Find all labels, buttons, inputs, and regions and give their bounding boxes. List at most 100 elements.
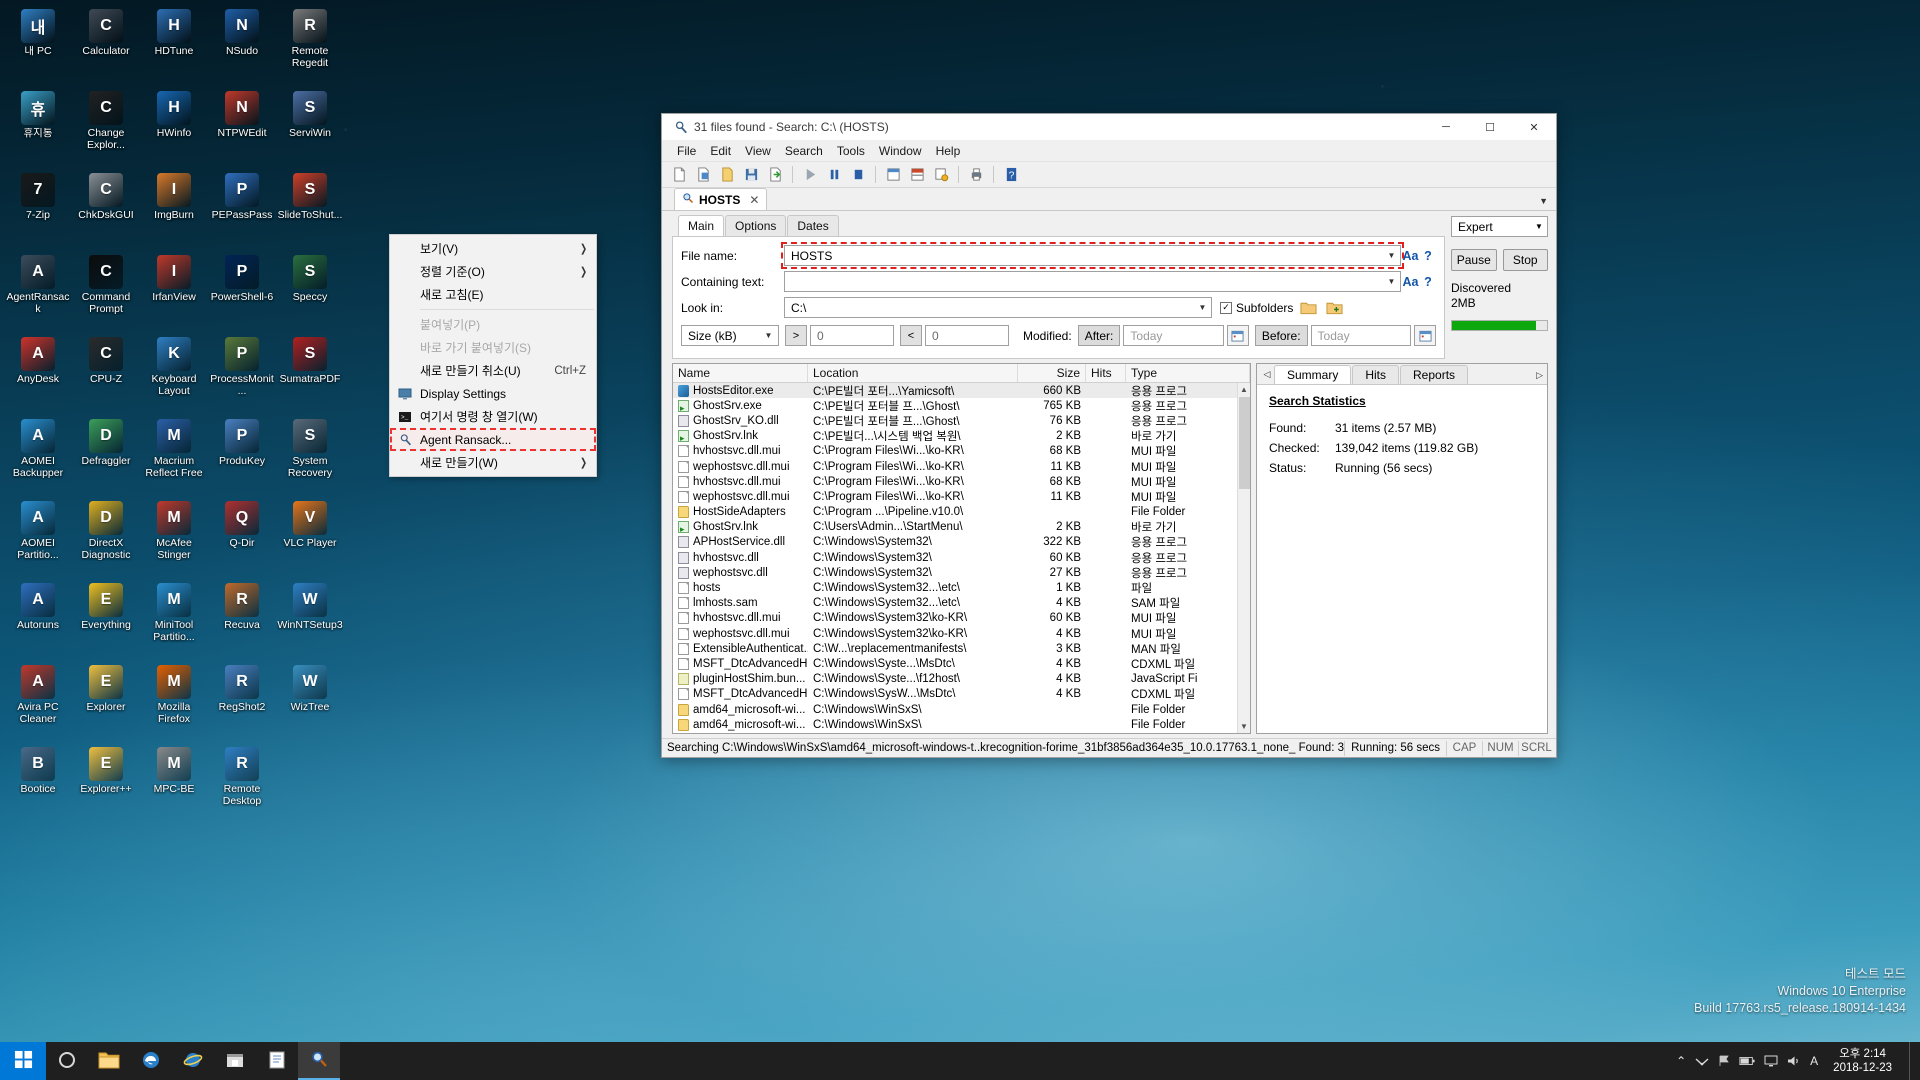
network-icon[interactable] <box>1695 1055 1709 1067</box>
scrollbar-thumb[interactable] <box>1238 397 1250 489</box>
desktop-icon-bootice[interactable]: B Bootice <box>4 742 72 824</box>
desktop-icon-recycle-bin[interactable]: 휴 휴지통 <box>4 86 72 168</box>
context-menu-item[interactable]: Display Settings <box>390 382 596 405</box>
table-row[interactable]: wephostsvc.dll C:\Windows\System32\ 27 KB 응… <box>673 565 1250 580</box>
menu-tools[interactable]: Tools <box>830 142 872 160</box>
desktop-icon-calculator[interactable]: C Calculator <box>72 4 140 86</box>
desktop-icon-process-monitor[interactable]: P ProcessMonit... <box>208 332 276 414</box>
desktop-icon-slidetoshutdown[interactable]: S SlideToShut... <box>276 168 344 250</box>
show-desktop-button[interactable] <box>1909 1042 1916 1080</box>
start-search-icon[interactable] <box>799 164 821 185</box>
start-button[interactable] <box>0 1042 46 1080</box>
taskbar-app-file-explorer[interactable] <box>88 1042 130 1080</box>
containing-text-input[interactable]: ▼ <box>784 271 1401 292</box>
before-toggle-button[interactable]: Before: <box>1254 325 1308 346</box>
table-row[interactable]: hvhostsvc.dll.mui C:\Program Files\Wi...\… <box>673 474 1250 489</box>
open-search-icon[interactable] <box>692 164 714 185</box>
add-folder-icon[interactable] <box>1324 298 1345 318</box>
tab-summary[interactable]: Summary <box>1274 365 1352 384</box>
desktop-icon-mpc-be[interactable]: M MPC-BE <box>140 742 208 824</box>
desktop-icon-defraggler[interactable]: D Defraggler <box>72 414 140 496</box>
desktop-icon-aomei-backupper[interactable]: A AOMEI Backupper <box>4 414 72 496</box>
context-menu-item[interactable]: 새로 만들기(W) ❯ <box>390 451 596 474</box>
desktop-icon-aomei-partition[interactable]: A AOMEI Partitio... <box>4 496 72 578</box>
size-greater-button[interactable]: > <box>785 325 807 346</box>
taskbar-app-notepad[interactable] <box>256 1042 298 1080</box>
desktop-icon-keyboard-layout[interactable]: K Keyboard Layout <box>140 332 208 414</box>
table-row[interactable]: HostSideAdapters C:\Program ...\Pipeline.… <box>673 505 1250 520</box>
ime-icon[interactable]: A <box>1810 1054 1818 1068</box>
desktop-icon-hwinfo[interactable]: H HWinfo <box>140 86 208 168</box>
minimize-button[interactable]: ─ <box>1424 114 1468 141</box>
table-row[interactable]: hvhostsvc.dll.mui C:\Program Files\Wi...\… <box>673 444 1250 459</box>
document-tab-hosts[interactable]: HOSTS ✕ <box>674 188 768 210</box>
table-row[interactable]: ExtensibleAuthenticat... C:\W...\replacem… <box>673 641 1250 656</box>
table-row[interactable]: lmhosts.sam C:\Windows\System32...\etc\ 4 … <box>673 596 1250 611</box>
results-rows[interactable]: HostsEditor.exe C:\PE빌더 포터...\Yamicsoft\ 6… <box>673 383 1250 732</box>
browse-folder-icon[interactable] <box>1298 298 1319 318</box>
desktop-icon-wiztree[interactable]: W WizTree <box>276 660 344 742</box>
desktop-icon-sumatrapdf[interactable]: S SumatraPDF <box>276 332 344 414</box>
close-icon[interactable]: ✕ <box>749 193 759 207</box>
menu-window[interactable]: Window <box>872 142 929 160</box>
scroll-up-icon[interactable]: ▲ <box>1240 383 1248 396</box>
table-row[interactable]: amd64_microsoft-wi... C:\Windows\WinSxS\ F… <box>673 702 1250 717</box>
tab-hits[interactable]: Hits <box>1352 365 1400 384</box>
tab-dates[interactable]: Dates <box>787 215 839 236</box>
options-icon[interactable] <box>930 164 952 185</box>
desktop-icon-ntpwedit[interactable]: N NTPWEdit <box>208 86 276 168</box>
desktop-icon-anydesk[interactable]: A AnyDesk <box>4 332 72 414</box>
close-button[interactable]: ✕ <box>1512 114 1556 141</box>
desktop-icon-imgburn[interactable]: I ImgBurn <box>140 168 208 250</box>
question-mark-icon[interactable]: ? <box>1420 275 1436 289</box>
desktop-icon-remote-desktop[interactable]: R Remote Desktop <box>208 742 276 824</box>
volume-icon[interactable] <box>1787 1055 1801 1067</box>
print-icon[interactable] <box>965 164 987 185</box>
table-row[interactable]: hvhostsvc.dll.mui C:\Windows\System32\ko-… <box>673 611 1250 626</box>
desktop-icon-command-prompt[interactable]: C Command Prompt <box>72 250 140 332</box>
stop-button[interactable]: Stop <box>1502 249 1548 271</box>
help-icon[interactable]: ? <box>1000 164 1022 185</box>
taskbar-app-internet-explorer[interactable] <box>172 1042 214 1080</box>
desktop-icon-change-explorer[interactable]: C Change Explor... <box>72 86 140 168</box>
desktop-icon-hdtune[interactable]: H HDTune <box>140 4 208 86</box>
flag-icon[interactable] <box>1718 1055 1730 1067</box>
after-date-input[interactable]: Today <box>1123 325 1224 346</box>
stop-search-icon[interactable] <box>847 164 869 185</box>
criteria-tabs[interactable]: Main Options Dates <box>678 215 1445 236</box>
results-header[interactable]: Name Location Size Hits Type <box>673 364 1250 383</box>
match-case-icon[interactable]: Aa <box>1401 249 1420 263</box>
tab-main[interactable]: Main <box>678 215 725 236</box>
menu-help[interactable]: Help <box>929 142 968 160</box>
tab-scroll-right-icon[interactable]: ▷ <box>1536 370 1543 381</box>
desktop-icon-directx-diagnostic[interactable]: D DirectX Diagnostic <box>72 496 140 578</box>
pause-search-icon[interactable] <box>823 164 845 185</box>
taskbar-clock[interactable]: 오후 2:14 2018-12-23 <box>1827 1047 1900 1075</box>
maximize-button[interactable]: ☐ <box>1468 114 1512 141</box>
results-scrollbar[interactable]: ▲ ▼ <box>1237 383 1250 733</box>
desktop-icon-sevenzip[interactable]: 7 7-Zip <box>4 168 72 250</box>
desktop-icon-system-recovery[interactable]: S System Recovery <box>276 414 344 496</box>
desktop-icon-firefox[interactable]: M Mozilla Firefox <box>140 660 208 742</box>
subfolders-checkbox[interactable]: ✓ Subfolders <box>1220 301 1293 315</box>
desktop-icon-qdir[interactable]: Q Q-Dir <box>208 496 276 578</box>
desktop-icon-speccy[interactable]: S Speccy <box>276 250 344 332</box>
calendar-icon[interactable] <box>1226 325 1249 346</box>
export-icon[interactable] <box>764 164 786 185</box>
desktop-icon-regshot[interactable]: R RegShot2 <box>208 660 276 742</box>
table-row[interactable]: GhostSrv.lnk C:\PE빌더...\시스템 백업 복원\ 2 KB 바로 … <box>673 429 1250 444</box>
toolbar[interactable]: ? <box>662 162 1556 188</box>
match-case-icon[interactable]: Aa <box>1401 275 1420 289</box>
context-menu-item[interactable]: 새로 고침(E) <box>390 283 596 306</box>
desktop-icon-recuva[interactable]: R Recuva <box>208 578 276 660</box>
menu-file[interactable]: File <box>670 142 703 160</box>
desktop-icon-minitool-partition[interactable]: M MiniTool Partitio... <box>140 578 208 660</box>
save-icon[interactable] <box>740 164 762 185</box>
desktop-background[interactable]: 내내 PC C Calculator H HDTune N NSudo R Remote Reg… <box>0 0 1920 1080</box>
layout-vertical-icon[interactable] <box>906 164 928 185</box>
chevron-down-icon[interactable]: ▼ <box>1383 272 1400 291</box>
column-header-type[interactable]: Type <box>1126 364 1250 382</box>
desktop-icon-computer[interactable]: 내내 PC <box>4 4 72 86</box>
summary-tabs[interactable]: ◁ Summary Hits Reports ▷ <box>1257 364 1547 385</box>
table-row[interactable]: amd64_microsoft-wi... C:\Windows\WinSxS\ F… <box>673 717 1250 732</box>
